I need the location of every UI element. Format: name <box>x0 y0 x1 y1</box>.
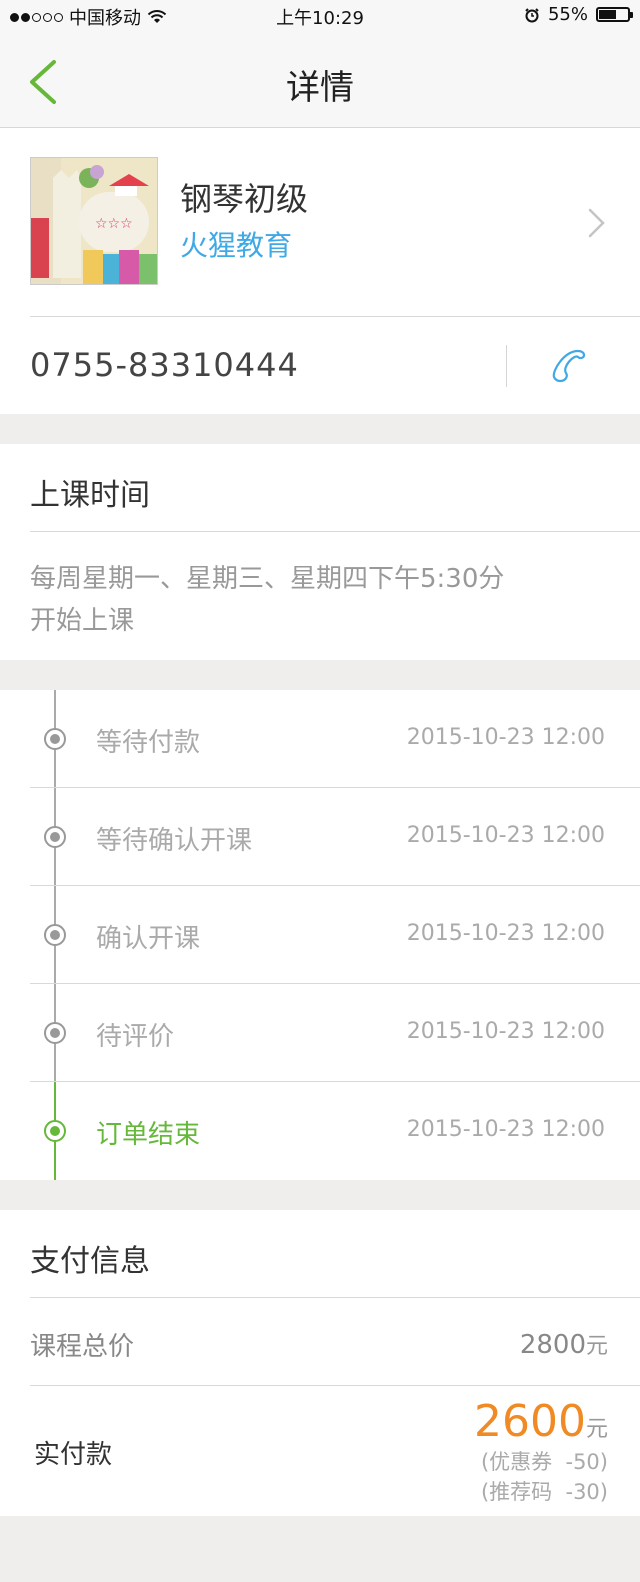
paid-amount-label: 实付款 <box>34 1440 113 1470</box>
timeline-step: 等待确认开课 2015-10-23 12:00 <box>0 788 640 886</box>
page-title: 详情 <box>286 68 354 108</box>
total-price-value: 2800元 <box>520 1328 608 1360</box>
timeline-step-label: 等待确认开课 <box>96 826 253 856</box>
total-price-label: 课程总价 <box>30 1332 135 1362</box>
course-organization[interactable]: 火猩教育 <box>180 224 292 264</box>
currency-unit: 元 <box>585 1417 608 1442</box>
schedule-line-2: 开始上课 <box>30 606 135 636</box>
paid-amount: 2600 <box>474 1396 586 1447</box>
phone-number: 0755-83310444 <box>30 346 299 384</box>
referral-discount: (推荐码 -30) <box>480 1480 608 1504</box>
divider <box>30 316 640 317</box>
alarm-icon <box>525 7 539 22</box>
timeline-step-label: 确认开课 <box>96 924 201 954</box>
order-timeline: 等待付款 2015-10-23 12:00 等待确认开课 2015-10-23 … <box>0 690 640 1180</box>
svg-text:☆☆☆: ☆☆☆ <box>95 216 133 232</box>
timeline-step-label: 待评价 <box>96 1022 175 1052</box>
schedule-title: 上课时间 <box>30 478 150 513</box>
battery-icon <box>596 7 633 22</box>
course-thumbnail: ☆☆☆ <box>30 157 158 285</box>
coupon-discount: (优惠券 -50) <box>480 1450 608 1474</box>
timeline-step-time: 2015-10-23 12:00 <box>406 921 605 946</box>
timeline-step-time: 2015-10-23 12:00 <box>406 1019 605 1044</box>
timeline-node-icon <box>44 1022 66 1044</box>
vertical-divider <box>506 345 507 387</box>
schedule-line-1: 每周星期一、星期三、星期四下午5:30分 <box>30 564 505 594</box>
divider <box>30 1297 640 1298</box>
payment-title: 支付信息 <box>30 1244 150 1279</box>
timeline-node-icon <box>44 826 66 848</box>
chevron-right-icon[interactable] <box>586 206 608 240</box>
timeline-node-icon <box>44 924 66 946</box>
nav-bar: 详情 <box>0 32 640 128</box>
divider <box>30 1385 640 1386</box>
timeline-step: 确认开课 2015-10-23 12:00 <box>0 886 640 984</box>
divider <box>30 531 640 532</box>
timeline-step-label: 等待付款 <box>96 728 201 758</box>
timeline-step-current: 订单结束 2015-10-23 12:00 <box>0 1082 640 1180</box>
status-bar: 中国移动 上午10:29 55% <box>0 0 640 32</box>
timeline-step-label: 订单结束 <box>96 1120 201 1150</box>
phone-icon[interactable] <box>548 345 588 385</box>
currency-unit: 元 <box>585 1334 608 1359</box>
timeline-node-icon <box>44 728 66 750</box>
course-name: 钢琴初级 <box>180 180 309 218</box>
schedule-text: 每周星期一、星期三、星期四下午5:30分 开始上课 <box>30 558 590 642</box>
battery-percent: 55% <box>547 4 588 25</box>
timeline-step-time: 2015-10-23 12:00 <box>406 823 605 848</box>
status-right: 55% <box>524 4 633 25</box>
total-price-amount: 2800 <box>519 1330 586 1360</box>
timeline-step: 等待付款 2015-10-23 12:00 <box>0 690 640 788</box>
timeline-step-time: 2015-10-23 12:00 <box>406 725 605 750</box>
paid-amount-value: 2600元 <box>474 1396 608 1447</box>
timeline-step: 待评价 2015-10-23 12:00 <box>0 984 640 1082</box>
timeline-step-time: 2015-10-23 12:00 <box>406 1117 605 1142</box>
timeline-node-active-icon <box>44 1120 66 1142</box>
